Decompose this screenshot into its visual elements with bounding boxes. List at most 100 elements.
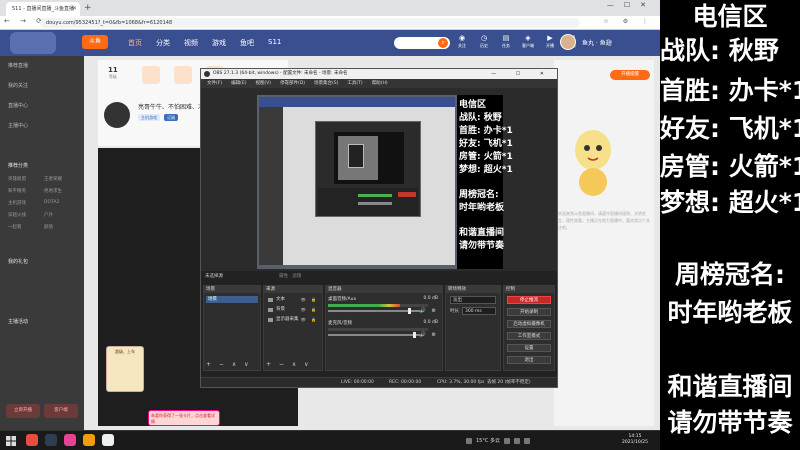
tray-icon[interactable]: [466, 437, 472, 444]
source-controls[interactable]: + − ∧ ∨: [266, 361, 312, 368]
input-method-icon[interactable]: [523, 437, 530, 444]
browser-tab[interactable]: 511 - 直播间直播_斗鱼直播 ✕: [6, 2, 80, 16]
source-item[interactable]: 显示器采集 👁 🔒: [266, 316, 320, 324]
volume-slider[interactable]: [328, 332, 420, 338]
scene-item[interactable]: 场景: [206, 296, 258, 303]
volume-slider-handle[interactable]: [408, 308, 412, 314]
sidebar-subitem[interactable]: 王者荣耀: [44, 176, 62, 182]
header-icon: ▤: [502, 34, 510, 42]
scene-controls[interactable]: + − ∧ ∨: [206, 361, 252, 368]
sidebar-subitem[interactable]: 绝地求生: [44, 188, 62, 194]
header-icon-button[interactable]: ◉ 关注: [454, 34, 470, 49]
control-button[interactable]: 工作室模式: [507, 332, 551, 340]
sidebar-subitem[interactable]: 一起看: [8, 224, 22, 230]
sidebar-item[interactable]: 主播中心: [8, 122, 28, 129]
sidebar-subitem[interactable]: 英雄联盟: [8, 176, 26, 182]
taskbar-app-icon[interactable]: [102, 434, 114, 446]
volume-slider-handle[interactable]: [412, 332, 416, 338]
gift-card[interactable]: 超级、上车: [106, 346, 144, 392]
avatar[interactable]: [560, 34, 576, 50]
sidebar-item[interactable]: 我的关注: [8, 82, 28, 89]
taskbar-clock[interactable]: 14:15 2021/10/25: [622, 434, 648, 446]
transition-select[interactable]: 淡出: [450, 296, 496, 304]
sidebar-item[interactable]: 直播中心: [8, 102, 28, 109]
nav-item[interactable]: S11: [268, 38, 281, 48]
source-label: 文本: [276, 297, 285, 302]
duration-input[interactable]: 300 ms: [462, 307, 496, 315]
logo-mascot-icon: [10, 32, 56, 54]
nav-item[interactable]: 分类: [156, 38, 170, 48]
windows-start-icon[interactable]: [6, 436, 16, 446]
badge-card[interactable]: [142, 66, 160, 84]
control-button[interactable]: 设置: [507, 344, 551, 352]
nested-obs-capture: [315, 121, 421, 217]
toast-notification[interactable]: 恭喜你获得了一张卡片，点击查看详情: [148, 410, 220, 426]
volume-slider[interactable]: [328, 308, 420, 314]
sidebar-subitem[interactable]: DOTA2: [44, 200, 59, 205]
live-reminder-button[interactable]: 开播提醒: [610, 70, 650, 80]
header-icon-button[interactable]: ▶ 开播: [542, 34, 558, 49]
url-input[interactable]: douyu.com/9532451?_t=0&fb=1068&fr=612014…: [40, 18, 580, 28]
weather-text[interactable]: 15°C 多云: [476, 437, 500, 444]
close-icon[interactable]: ✕: [72, 2, 77, 16]
control-button[interactable]: 开始录制: [507, 308, 551, 316]
header-icon-button[interactable]: ◷ 历史: [476, 34, 492, 49]
subscribe-button[interactable]: 订阅: [164, 114, 178, 121]
properties-filters-buttons[interactable]: 属性 · 滤镜: [279, 273, 301, 279]
search-icon[interactable]: ⌕: [438, 38, 448, 48]
volume-icon[interactable]: [513, 437, 520, 444]
obs-title-bar[interactable]: OBS 27.1.3 (64-bit, windows) - 配置文件: 未命名…: [201, 69, 557, 79]
nav-item[interactable]: 鱼吧: [240, 38, 254, 48]
sidebar-subitem[interactable]: 主机游戏: [8, 200, 26, 206]
sidebar-subitem[interactable]: 穿越火线: [8, 212, 26, 218]
level-stat: 11 等级: [108, 66, 118, 80]
sidebar-item[interactable]: 推荐直播: [8, 62, 28, 69]
sidebar-subitem[interactable]: 和平精英: [8, 188, 26, 194]
source-item[interactable]: 背景 👁 🔒: [266, 306, 320, 314]
browser-toolbar-icons[interactable]: ☆ ⚙ ⋮: [603, 18, 654, 25]
mixer-channel-controls[interactable]: 🔊 ⚙: [420, 308, 438, 314]
obs-menu-item[interactable]: 编辑(E): [231, 79, 246, 88]
obs-menu-item[interactable]: 停靠部件(D): [280, 79, 305, 88]
badge-card[interactable]: [174, 66, 192, 84]
window-controls[interactable]: —☐✕: [607, 1, 656, 9]
nav-item[interactable]: 首页: [128, 38, 142, 48]
sidebar-section[interactable]: 主播活动: [8, 318, 28, 325]
go-live-button[interactable]: 立即开播: [6, 404, 40, 418]
obs-window: OBS 27.1.3 (64-bit, windows) - 配置文件: 未命名…: [200, 68, 558, 388]
avatar[interactable]: [104, 102, 130, 128]
control-button[interactable]: 退出: [507, 356, 551, 364]
client-button[interactable]: 客户端: [44, 404, 78, 418]
site-logo[interactable]: 斗鱼: [82, 35, 108, 49]
obs-menu-item[interactable]: 帮助(H): [372, 79, 388, 88]
obs-menu-item[interactable]: 视图(V): [255, 79, 271, 88]
sidebar-subitem[interactable]: 颜值: [44, 224, 53, 230]
header-icon-button[interactable]: ▤ 任务: [498, 34, 514, 49]
visibility-lock-icon[interactable]: 👁 🔒: [301, 296, 318, 304]
sidebar-section[interactable]: 我的礼包: [8, 258, 28, 265]
sidebar-subitem[interactable]: 户外: [44, 212, 53, 218]
taskbar-app-icon[interactable]: [64, 434, 76, 446]
nav-item[interactable]: 视频: [184, 38, 198, 48]
network-icon[interactable]: [503, 437, 510, 444]
window-controls[interactable]: — ☐ ✕: [491, 69, 553, 79]
nav-item[interactable]: 游戏: [212, 38, 226, 48]
room-tag[interactable]: 主机游戏: [138, 114, 160, 121]
obs-menu-item[interactable]: 场景集合(S): [314, 79, 338, 88]
obs-menu-item[interactable]: 工具(T): [347, 79, 362, 88]
obs-menu-item[interactable]: 文件(F): [207, 79, 222, 88]
header-right-text[interactable]: 鱼丸 · 鱼翅: [582, 38, 612, 47]
new-tab-icon[interactable]: +: [84, 2, 92, 14]
taskbar-app-icon[interactable]: [45, 434, 57, 446]
header-icon-button[interactable]: ◈ 客户端: [520, 34, 536, 49]
control-button[interactable]: 启动虚拟摄像机: [507, 320, 551, 328]
source-item[interactable]: 文本 👁 🔒: [266, 296, 320, 304]
sidebar-section[interactable]: 推荐分类: [8, 162, 28, 169]
visibility-lock-icon[interactable]: 👁 🔒: [301, 316, 318, 324]
visibility-lock-icon[interactable]: 👁 🔒: [301, 306, 318, 314]
mixer-channel-controls[interactable]: 🔊 ⚙: [420, 332, 438, 338]
site-search-input[interactable]: ⌕: [394, 37, 450, 49]
taskbar-app-icon[interactable]: [83, 434, 95, 446]
taskbar-app-icon[interactable]: [26, 434, 38, 446]
control-button[interactable]: 停止推流: [507, 296, 551, 304]
